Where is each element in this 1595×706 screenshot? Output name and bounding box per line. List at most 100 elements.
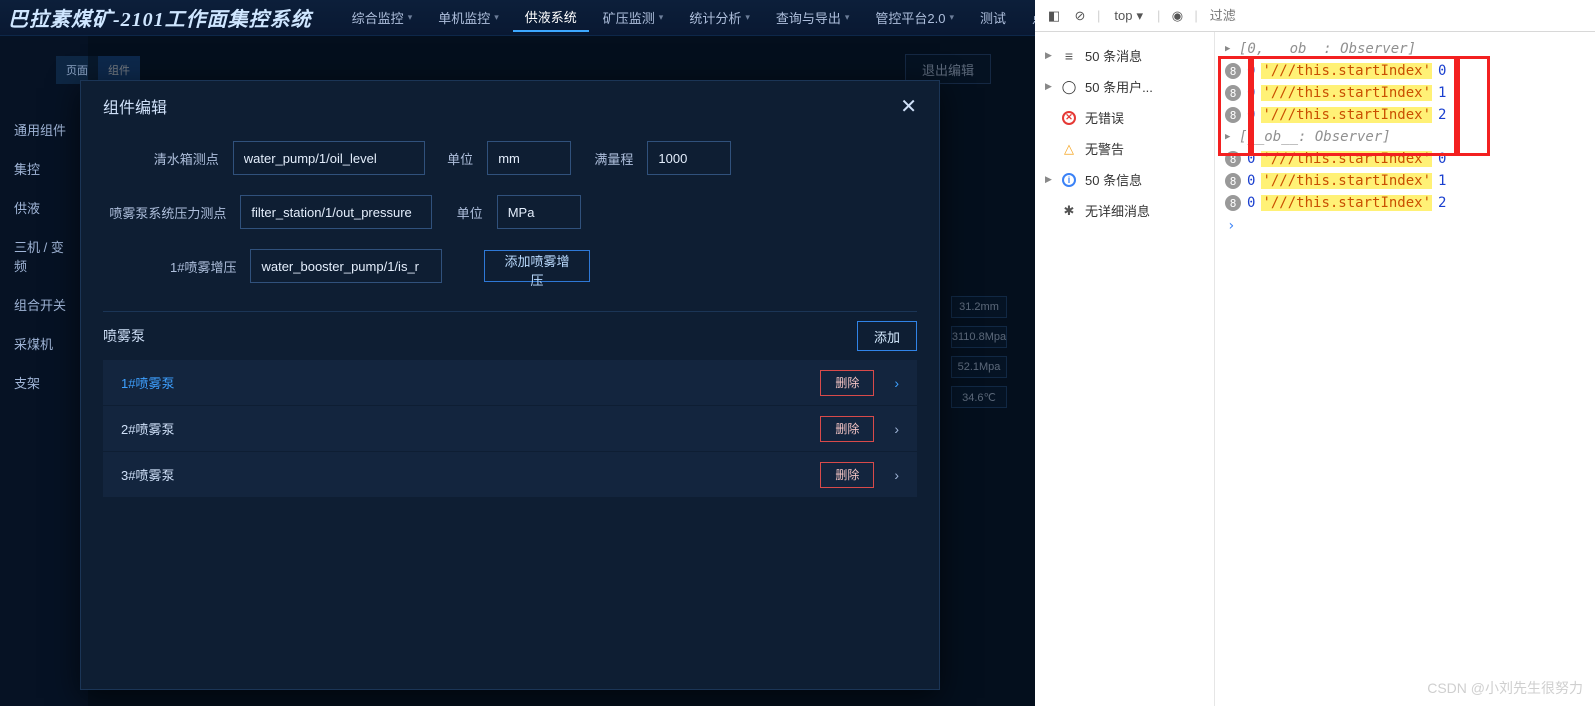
info-icon: i: [1062, 173, 1076, 187]
sidebar-info[interactable]: ▶i50 条信息: [1035, 164, 1214, 195]
bug-icon: ✱: [1061, 203, 1077, 219]
count-badge: 8: [1225, 173, 1241, 189]
delete-button[interactable]: 删除: [820, 416, 874, 442]
log-line[interactable]: 80'///this.startIndex'0: [1219, 148, 1591, 170]
nav-item-7[interactable]: 测试: [968, 3, 1018, 32]
sidebar-item[interactable]: 通用组件: [0, 110, 88, 149]
sidebar-errors[interactable]: ✕无错误: [1035, 102, 1214, 133]
clear-console-icon[interactable]: ⊘: [1071, 7, 1089, 25]
context-selector[interactable]: top ▾: [1108, 6, 1149, 26]
watermark: CSDN @小刘先生很努力: [1427, 678, 1583, 698]
highlighted-text: '///this.startIndex': [1261, 151, 1432, 167]
add-booster-button[interactable]: 添加喷雾增压: [484, 250, 590, 282]
chevron-right-icon: ›: [894, 421, 899, 437]
form-row-2: 喷雾泵系统压力测点 单位: [81, 185, 939, 239]
highlighted-text: '///this.startIndex': [1261, 63, 1432, 79]
range-input[interactable]: [647, 141, 731, 175]
pump-list: 1#喷雾泵 删除 › 2#喷雾泵 删除 › 3#喷雾泵 删: [103, 360, 917, 498]
filter-input[interactable]: [1206, 4, 1585, 27]
log-line[interactable]: 80'///this.startIndex'1: [1219, 170, 1591, 192]
component-edit-modal: 组件编辑 ✕ 清水箱测点 单位 满量程 喷雾泵系统压力测点 单位 1#喷雾增压 …: [80, 80, 940, 690]
sidebar-item[interactable]: 支架: [0, 363, 88, 402]
sidebar-verbose[interactable]: ✱无详细消息: [1035, 195, 1214, 226]
list-item-label: 3#喷雾泵: [121, 465, 174, 484]
chevron-right-icon: ›: [894, 375, 899, 391]
field-label: 清水箱测点: [81, 149, 219, 168]
add-pump-button[interactable]: 添加: [857, 321, 917, 351]
list-item[interactable]: 3#喷雾泵 删除 ›: [103, 452, 917, 498]
caret-icon: ▶: [1225, 44, 1233, 54]
count-badge: 8: [1225, 63, 1241, 79]
list-item-label: 2#喷雾泵: [121, 419, 174, 438]
unit-label: 单位: [439, 149, 473, 168]
app-title: 巴拉素煤矿-2101工作面集控系统: [8, 3, 312, 32]
component-sidebar: 通用组件 集控 供液 三机 / 变频 组合开关 采煤机 支架: [0, 110, 88, 402]
console-prompt-icon[interactable]: ›: [1219, 214, 1591, 238]
log-line[interactable]: 80'///this.startIndex'2: [1219, 104, 1591, 126]
warning-icon: △: [1061, 141, 1077, 157]
close-icon[interactable]: ✕: [900, 94, 917, 119]
delete-button[interactable]: 删除: [820, 370, 874, 396]
pump-section: 喷雾泵 添加 1#喷雾泵 删除 › 2#喷雾泵 删除 ›: [103, 311, 917, 498]
caret-icon: ▶: [1225, 132, 1233, 142]
unit-label: 单位: [446, 203, 482, 222]
chevron-down-icon: ▾: [1136, 8, 1143, 24]
nav-item-2[interactable]: 供液系统: [513, 3, 589, 32]
eye-icon[interactable]: ◉: [1168, 7, 1186, 25]
log-line[interactable]: ▶[0, __ob__: Observer]: [1219, 38, 1591, 60]
nav-item-4[interactable]: 统计分析▾: [677, 3, 762, 32]
devtools-toolbar: ◧ ⊘ | top ▾ | ◉ |: [1035, 0, 1595, 32]
sidebar-item[interactable]: 集控: [0, 149, 88, 188]
range-label: 满量程: [585, 149, 633, 168]
log-line[interactable]: 80'///this.startIndex'2: [1219, 192, 1591, 214]
count-badge: 8: [1225, 151, 1241, 167]
form-row-3: 1#喷雾增压 添加喷雾增压: [81, 239, 939, 293]
count-badge: 8: [1225, 85, 1241, 101]
sidebar-item[interactable]: 三机 / 变频: [0, 227, 88, 285]
list-icon: ≡: [1061, 48, 1077, 64]
list-item[interactable]: 1#喷雾泵 删除 ›: [103, 360, 917, 406]
highlighted-text: '///this.startIndex': [1261, 195, 1432, 211]
chevron-down-icon: ▾: [950, 12, 955, 23]
water-point-input[interactable]: [233, 141, 425, 175]
sidebar-item[interactable]: 采煤机: [0, 324, 88, 363]
field-label: 喷雾泵系统压力测点: [81, 203, 226, 222]
highlighted-text: '///this.startIndex': [1261, 173, 1432, 189]
unit-input[interactable]: [487, 141, 571, 175]
user-icon: ◯: [1061, 79, 1077, 95]
modal-title: 组件编辑: [103, 94, 167, 118]
log-line[interactable]: ▶[__ob__: Observer]: [1219, 126, 1591, 148]
chevron-down-icon: ▾: [745, 12, 750, 23]
nav-item-6[interactable]: 管控平台2.0▾: [863, 3, 966, 32]
unit-input[interactable]: [497, 195, 581, 229]
booster-point-input[interactable]: [250, 249, 442, 283]
chevron-down-icon: ▾: [494, 12, 499, 23]
sidebar-warnings[interactable]: △无警告: [1035, 133, 1214, 164]
console-log: ▶[0, __ob__: Observer] 80'///this.startI…: [1215, 32, 1595, 706]
delete-button[interactable]: 删除: [820, 462, 874, 488]
devtools-panel: ◧ ⊘ | top ▾ | ◉ | ▶≡50 条消息 ▶◯50 条用户... ✕…: [1035, 0, 1595, 706]
chevron-down-icon: ▾: [845, 12, 850, 23]
nav-item-0[interactable]: 综合监控▾: [340, 3, 425, 32]
sidebar-item[interactable]: 供液: [0, 188, 88, 227]
sidebar-toggle-icon[interactable]: ◧: [1045, 7, 1063, 25]
highlighted-text: '///this.startIndex': [1261, 85, 1432, 101]
nav-item-5[interactable]: 查询与导出▾: [764, 3, 862, 32]
pressure-point-input[interactable]: [240, 195, 432, 229]
error-icon: ✕: [1062, 111, 1076, 125]
chevron-down-icon: ▾: [659, 12, 664, 23]
list-item-label: 1#喷雾泵: [121, 373, 174, 392]
form-row-1: 清水箱测点 单位 满量程: [81, 131, 939, 185]
log-line[interactable]: 80'///this.startIndex'0: [1219, 60, 1591, 82]
topbar: 巴拉素煤矿-2101工作面集控系统 综合监控▾ 单机监控▾ 供液系统 矿压监测▾…: [0, 0, 1035, 36]
nav-item-3[interactable]: 矿压监测▾: [591, 3, 676, 32]
count-badge: 8: [1225, 107, 1241, 123]
highlighted-text: '///this.startIndex': [1261, 107, 1432, 123]
log-line[interactable]: 80'///this.startIndex'1: [1219, 82, 1591, 104]
list-item[interactable]: 2#喷雾泵 删除 ›: [103, 406, 917, 452]
console-sidebar: ▶≡50 条消息 ▶◯50 条用户... ✕无错误 △无警告 ▶i50 条信息 …: [1035, 32, 1215, 706]
sidebar-user[interactable]: ▶◯50 条用户...: [1035, 71, 1214, 102]
sidebar-item[interactable]: 组合开关: [0, 285, 88, 324]
sidebar-messages[interactable]: ▶≡50 条消息: [1035, 40, 1214, 71]
nav-item-1[interactable]: 单机监控▾: [426, 3, 511, 32]
